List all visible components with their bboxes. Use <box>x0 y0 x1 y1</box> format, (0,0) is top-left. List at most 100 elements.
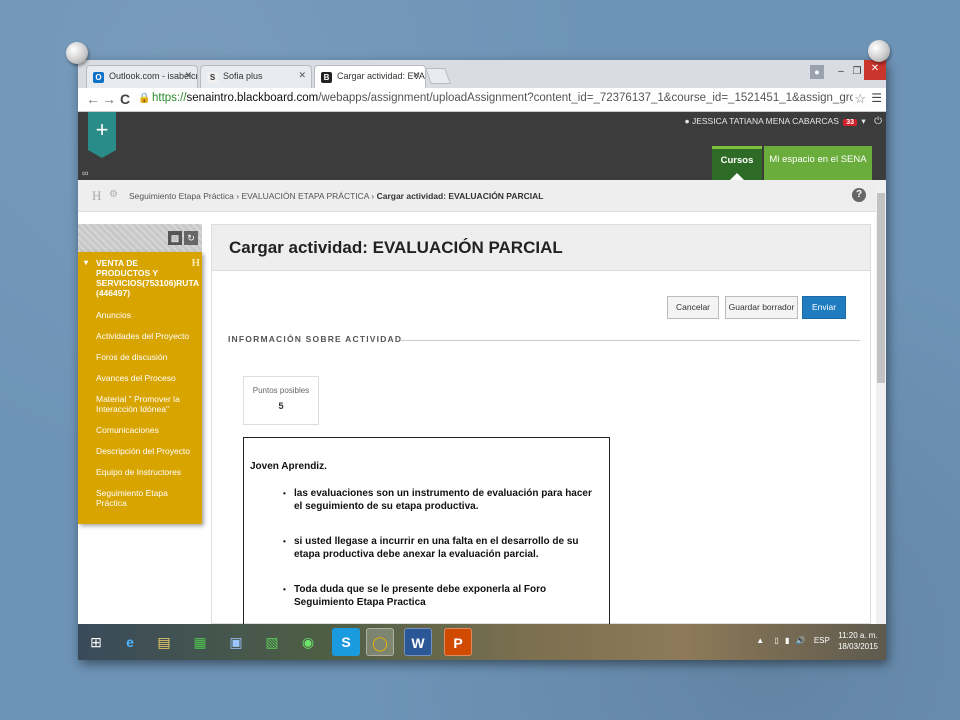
tab-outlook[interactable]: O Outlook.com - isabelcristi ✕ <box>86 65 198 88</box>
restore-icon[interactable]: ❐ <box>850 63 864 81</box>
points-label: Puntos posibles <box>252 386 310 395</box>
course-menu: VENTA DE PRODUCTOS Y SERVICIOS(753106)RU… <box>78 252 202 524</box>
spreadsheet-icon[interactable]: ▧ <box>258 628 286 656</box>
sidebar-item-actividades[interactable]: Actividades del Proyecto <box>96 331 194 341</box>
window-close-icon[interactable]: ✕ <box>864 60 886 80</box>
course-menu-toggle-icon[interactable]: H <box>191 258 200 269</box>
add-menu-button[interactable]: + <box>88 112 116 158</box>
sidebar-item-material[interactable]: Material " Promover la Interacción Idóne… <box>96 394 194 414</box>
breadcrumb-trail: Seguimiento Etapa Práctica › EVALUACIÓN … <box>129 191 543 201</box>
refresh-icon[interactable]: ↻ <box>184 231 198 245</box>
page-scrollbar[interactable] <box>876 180 886 624</box>
close-icon[interactable]: ✕ <box>184 70 192 81</box>
minimize-icon[interactable]: – <box>834 63 848 81</box>
blackboard-icon: B <box>321 72 332 83</box>
list-item: Toda duda que se le presente debe expone… <box>283 583 601 609</box>
cancel-button[interactable]: Cancelar <box>667 296 719 319</box>
volume-icon[interactable]: 🔊 <box>796 636 806 645</box>
url-path: /webapps/assignment/uploadAssignment?con… <box>318 92 853 104</box>
sidebar-item-avances[interactable]: Avances del Proceso <box>96 373 194 383</box>
clock[interactable]: 11:20 a. m. 18/03/2015 <box>838 630 878 652</box>
forward-arrow-icon[interactable]: → <box>102 91 116 107</box>
sidebar-item-descripcion[interactable]: Descripción del Proyecto <box>96 446 194 456</box>
address-bar: ← → C 🔒 https://senaintro.blackboard.com… <box>78 88 886 112</box>
list-item: las evaluaciones son un instrumento de e… <box>283 487 601 513</box>
internet-explorer-icon[interactable]: e <box>116 628 144 656</box>
user-profile-icon[interactable]: ● <box>810 65 824 79</box>
signal-icon[interactable]: ▮ <box>785 636 789 645</box>
gear-icon[interactable]: ⚙ <box>109 189 118 200</box>
chrome-icon[interactable]: ◯ <box>366 628 394 656</box>
url-field[interactable]: 🔒 https://senaintro.blackboard.com/webap… <box>138 92 853 109</box>
main-content: Cargar actividad: EVALUACIÓN PARCIAL Can… <box>211 224 871 637</box>
submit-button[interactable]: Enviar <box>802 296 846 319</box>
user-menu[interactable]: ● JESSICA TATIANA MENA CABARCAS 33 ▾ ⏻ <box>684 116 882 127</box>
pushpin-left <box>66 42 88 64</box>
tab-bar: O Outlook.com - isabelcristi ✕ S Sofia p… <box>78 60 886 88</box>
windows-start-icon[interactable]: ⊞ <box>82 628 110 656</box>
notification-badge[interactable]: 33 <box>843 119 858 126</box>
instructions-greeting: Joven Aprendiz. <box>250 461 327 472</box>
tab-label: Sofia plus <box>223 71 263 81</box>
sidebar-item-seguimiento[interactable]: Seguimiento Etapa Práctica <box>96 488 194 508</box>
close-icon[interactable]: ✕ <box>298 70 306 81</box>
sidebar-item-equipo[interactable]: Equipo de Instructores <box>96 467 194 477</box>
help-icon[interactable]: ? <box>852 188 866 202</box>
user-name: JESSICA TATIANA MENA CABARCAS <box>691 116 839 126</box>
course-title-text: VENTA DE PRODUCTOS Y SERVICIOS(753106)RU… <box>96 258 199 298</box>
scrollbar-thumb[interactable] <box>877 193 885 383</box>
language-indicator[interactable]: ESP <box>814 636 830 645</box>
page-title: Cargar actividad: EVALUACIÓN PARCIAL <box>229 238 563 257</box>
chevron-down-icon[interactable]: ▾ <box>861 116 865 126</box>
browser-window: O Outlook.com - isabelcristi ✕ S Sofia p… <box>78 60 886 660</box>
menu-toggle-icon[interactable]: H <box>92 188 101 204</box>
sidebar-item-comunicaciones[interactable]: Comunicaciones <box>96 425 194 435</box>
show-hidden-icons-icon[interactable]: ▲ <box>756 636 764 645</box>
tab-sofia[interactable]: S Sofia plus ✕ <box>200 65 312 88</box>
folder-view-icon[interactable]: ▩ <box>168 231 182 245</box>
powerpoint-icon[interactable]: P <box>444 628 472 656</box>
link-icon: ∞ <box>82 168 89 178</box>
points-value: 5 <box>278 401 284 411</box>
back-arrow-icon[interactable]: ← <box>86 91 100 107</box>
sofia-icon: S <box>207 72 218 83</box>
system-tray: ▲ ▯ ▮ 🔊 ESP 11:20 a. m. 18/03/2015 <box>756 630 878 652</box>
outlook-icon: O <box>93 72 104 83</box>
instructions-box: Joven Aprendiz. las evaluaciones son un … <box>243 437 610 637</box>
new-tab-button[interactable] <box>425 68 451 84</box>
spotify-icon[interactable]: ◉ <box>294 628 322 656</box>
course-title[interactable]: VENTA DE PRODUCTOS Y SERVICIOS(753106)RU… <box>84 258 200 299</box>
taskbar: ⊞ e ▤ ▦ ▣ ▧ ◉ S ◯ W P ▲ ▯ ▮ 🔊 ESP 11:20 … <box>78 624 886 660</box>
battery-icon[interactable]: ▯ <box>774 636 778 645</box>
tab-mi-espacio-sena[interactable]: Mi espacio en el SENA <box>764 146 872 180</box>
section-divider <box>400 340 860 341</box>
store-icon[interactable]: ▦ <box>186 628 214 656</box>
breadcrumb-current: Cargar actividad: EVALUACIÓN PARCIAL <box>376 191 544 201</box>
sidebar-toolbar: ▩ ↻ <box>78 224 202 252</box>
breadcrumb-separator: › <box>369 191 377 201</box>
blackboard-header: + ∞ ● JESSICA TATIANA MENA CABARCAS 33 ▾… <box>78 112 886 180</box>
reload-icon[interactable]: C <box>120 91 130 107</box>
word-icon[interactable]: W <box>404 628 432 656</box>
sidebar-item-foros[interactable]: Foros de discusión <box>96 352 194 362</box>
save-draft-button[interactable]: Guardar borrador <box>725 296 798 319</box>
clock-date: 18/03/2015 <box>837 642 878 651</box>
sidebar-item-anuncios[interactable]: Anuncios <box>96 310 194 320</box>
points-box: Puntos posibles 5 <box>243 376 319 425</box>
logout-icon[interactable]: ⏻ <box>874 116 882 127</box>
close-icon[interactable]: ✕ <box>412 70 420 81</box>
breadcrumb-item-seguimiento[interactable]: Seguimiento Etapa Práctica <box>129 191 234 201</box>
page-header: Cargar actividad: EVALUACIÓN PARCIAL <box>212 225 870 271</box>
menu-icon[interactable]: ☰ <box>871 91 882 105</box>
tab-cargar-actividad[interactable]: B Cargar actividad: EVALUAC ✕ <box>314 65 426 88</box>
bookmark-star-icon[interactable]: ☆ <box>854 91 866 107</box>
url-scheme: https:// <box>152 92 187 104</box>
clock-time: 11:20 a. m. <box>838 631 878 640</box>
network-icon[interactable]: ▣ <box>222 628 250 656</box>
breadcrumb-item-evaluacion[interactable]: EVALUACIÓN ETAPA PRÁCTICA <box>241 191 369 201</box>
tab-cursos[interactable]: Cursos <box>712 146 762 180</box>
lock-icon: 🔒 <box>138 93 151 104</box>
skype-icon[interactable]: S <box>332 628 360 656</box>
file-explorer-icon[interactable]: ▤ <box>150 628 178 656</box>
pushpin-right <box>868 40 890 62</box>
